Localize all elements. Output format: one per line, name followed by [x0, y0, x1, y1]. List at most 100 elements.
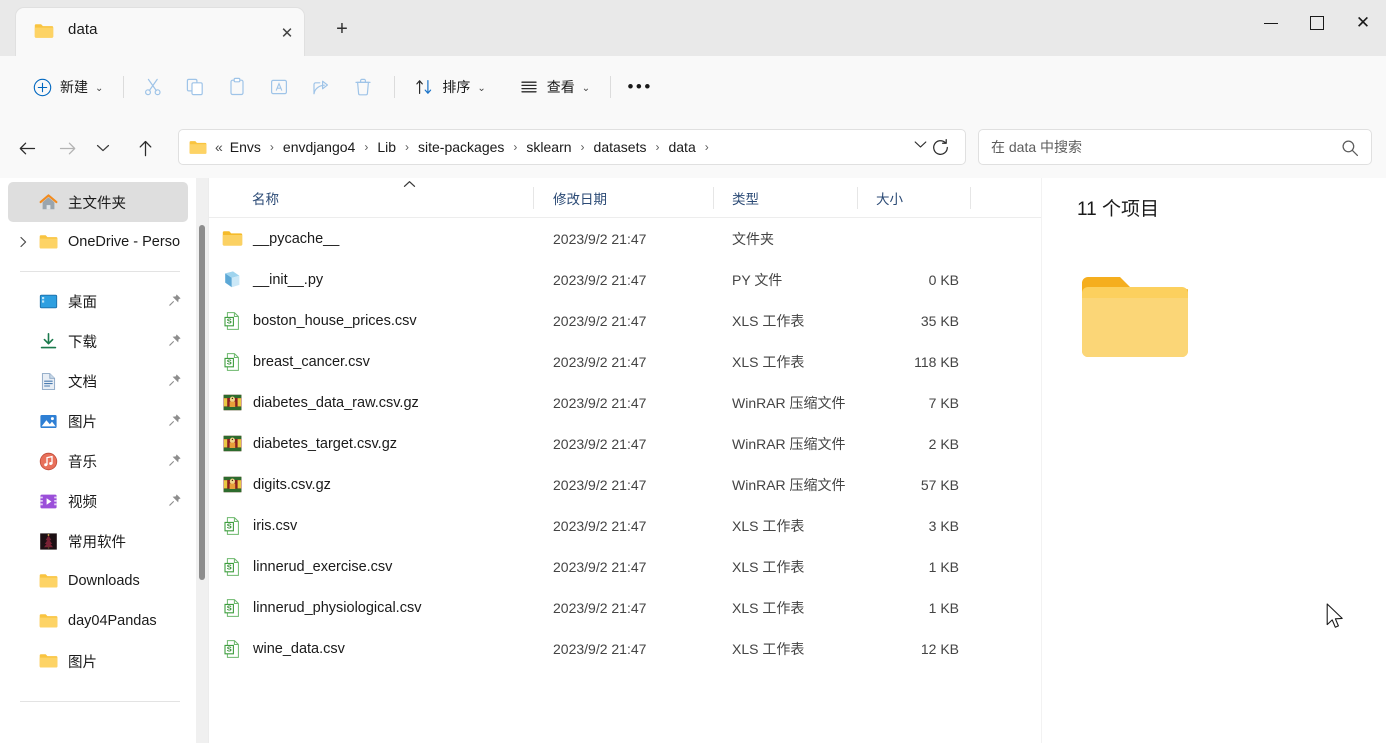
- breadcrumb-overflow-icon[interactable]: «: [215, 139, 223, 155]
- up-one-level-button[interactable]: [128, 131, 162, 165]
- breadcrumb-sep-5[interactable]: ›: [649, 140, 665, 154]
- more-options-button[interactable]: •••: [620, 69, 660, 105]
- pin-icon-music[interactable]: [168, 453, 184, 469]
- file-size: 1 KB: [928, 599, 959, 616]
- file-name-cell: __pycache__: [209, 228, 534, 250]
- file-size: 12 KB: [920, 640, 959, 657]
- sidebar-item-music[interactable]: › 音乐: [8, 441, 188, 481]
- sidebar-item-onedrive[interactable]: OneDrive - Perso: [8, 222, 188, 262]
- breadcrumb-sep-1[interactable]: ›: [358, 140, 374, 154]
- sidebar-item-label-downloads-en: Downloads: [68, 573, 140, 589]
- new-tab-button[interactable]: +: [326, 15, 358, 43]
- pin-icon-pictures[interactable]: [168, 413, 184, 429]
- address-bar[interactable]: « Envs › envdjango4 › Lib › site-package…: [178, 129, 966, 165]
- breadcrumb-sep-3[interactable]: ›: [507, 140, 523, 154]
- sort-button[interactable]: 排序 ⌄: [404, 69, 494, 105]
- navigation-pane: › 主文件夹 OneDrive: [0, 178, 196, 743]
- sidebar-item-desktop[interactable]: › 桌面: [8, 281, 188, 321]
- sidebar-item-documents[interactable]: › 文档: [8, 361, 188, 401]
- tab-data[interactable]: data ✕: [16, 8, 304, 56]
- breadcrumb-item-3[interactable]: site-packages: [415, 136, 507, 158]
- pin-icon-documents[interactable]: [168, 373, 184, 389]
- table-row[interactable]: __init__.py 2023/9/2 21:47 PY 文件 0 KB: [209, 259, 1041, 300]
- sidebar-item-downloads-en[interactable]: › Downloads: [8, 561, 188, 601]
- file-type: WinRAR 压缩文件: [732, 394, 846, 411]
- refresh-button[interactable]: [926, 133, 954, 161]
- search-input[interactable]: 在 data 中搜索: [978, 129, 1372, 165]
- column-header-type[interactable]: 类型: [714, 178, 858, 218]
- sidebar-item-label-music: 音乐: [68, 454, 97, 471]
- table-row[interactable]: digits.csv.gz 2023/9/2 21:47 WinRAR 压缩文件…: [209, 464, 1041, 505]
- table-row[interactable]: diabetes_data_raw.csv.gz 2023/9/2 21:47 …: [209, 382, 1041, 423]
- sidebar-item-label-apps: 常用软件: [68, 534, 126, 551]
- breadcrumb-item-1[interactable]: envdjango4: [280, 136, 358, 158]
- plus-circle-icon: [31, 76, 53, 98]
- table-row[interactable]: __pycache__ 2023/9/2 21:47 文件夹: [209, 218, 1041, 259]
- sort-ascending-icon: [403, 180, 416, 191]
- rename-button[interactable]: [259, 69, 299, 105]
- table-row[interactable]: diabetes_target.csv.gz 2023/9/2 21:47 Wi…: [209, 423, 1041, 464]
- expand-placeholder-documents: ›: [14, 376, 32, 387]
- column-header-date[interactable]: 修改日期: [534, 178, 714, 218]
- command-bar: 新建 ⌄ 排序 ⌄ 查看 ⌄ •••: [0, 56, 1386, 118]
- minimize-button[interactable]: [1248, 0, 1294, 46]
- paste-button[interactable]: [217, 69, 257, 105]
- copy-icon: [187, 78, 204, 96]
- chevron-down-icon: ⌄: [95, 82, 104, 94]
- sidebar-item-downloads-cn[interactable]: › 下载: [8, 321, 188, 361]
- view-button[interactable]: 查看 ⌄: [509, 69, 599, 105]
- column-header-name[interactable]: 名称: [209, 178, 534, 218]
- refresh-icon: [932, 138, 948, 155]
- sidebar-item-home[interactable]: › 主文件夹: [8, 182, 188, 222]
- breadcrumb-sep-2[interactable]: ›: [399, 140, 415, 154]
- table-row[interactable]: S linnerud_physiological.csv 2023/9/2 21…: [209, 587, 1041, 628]
- copy-button[interactable]: [175, 69, 215, 105]
- back-button[interactable]: [10, 131, 44, 165]
- column-header-size[interactable]: 大小: [858, 178, 971, 218]
- pin-icon-videos[interactable]: [168, 493, 184, 509]
- sidebar-item-videos[interactable]: › 视频: [8, 481, 188, 521]
- csv-file-icon: S: [221, 515, 243, 537]
- sidebar-item-pictures-folder[interactable]: › 图片: [8, 641, 188, 681]
- file-size: 57 KB: [920, 476, 959, 493]
- table-row[interactable]: S breast_cancer.csv 2023/9/2 21:47 XLS 工…: [209, 341, 1041, 382]
- breadcrumb-sep-6[interactable]: ›: [699, 140, 715, 154]
- breadcrumb-item-4[interactable]: sklearn: [523, 136, 574, 158]
- breadcrumb-item-5[interactable]: datasets: [591, 136, 650, 158]
- column-header-size-label: 大小: [876, 191, 903, 207]
- pin-icon-downloads[interactable]: [168, 333, 184, 349]
- sidebar-scrollbar-thumb[interactable]: [199, 225, 205, 580]
- sidebar-item-apps[interactable]: › 常用软件: [8, 521, 188, 561]
- expand-placeholder-dl-en: ›: [14, 576, 32, 587]
- table-row[interactable]: S wine_data.csv 2023/9/2 21:47 XLS 工作表 1…: [209, 628, 1041, 669]
- new-button[interactable]: 新建 ⌄: [22, 69, 112, 105]
- folder-icon-address: [189, 140, 207, 154]
- breadcrumb-item-0[interactable]: Envs: [227, 136, 264, 158]
- sidebar-item-pictures[interactable]: › 图片: [8, 401, 188, 441]
- maximize-button[interactable]: [1294, 0, 1340, 46]
- breadcrumb-sep-4[interactable]: ›: [575, 140, 591, 154]
- breadcrumb: « Envs › envdjango4 › Lib › site-package…: [215, 136, 715, 158]
- tab-title: data: [68, 21, 98, 38]
- cut-button[interactable]: [133, 69, 173, 105]
- chevron-right-icon[interactable]: [14, 236, 32, 248]
- file-name: __pycache__: [253, 230, 340, 247]
- delete-button[interactable]: [343, 69, 383, 105]
- breadcrumb-item-2[interactable]: Lib: [374, 136, 399, 158]
- svg-text:S: S: [227, 603, 232, 612]
- breadcrumb-sep-0[interactable]: ›: [264, 140, 280, 154]
- sidebar-scrollbar[interactable]: [196, 178, 208, 743]
- table-row[interactable]: S linnerud_exercise.csv 2023/9/2 21:47 X…: [209, 546, 1041, 587]
- sidebar-item-day04pandas[interactable]: › day04Pandas: [8, 601, 188, 641]
- recent-locations-button[interactable]: [86, 131, 120, 165]
- sidebar-item-label-pictures: 图片: [68, 414, 97, 431]
- share-button[interactable]: [301, 69, 341, 105]
- close-tab-icon[interactable]: ✕: [274, 20, 300, 46]
- table-row[interactable]: S boston_house_prices.csv 2023/9/2 21:47…: [209, 300, 1041, 341]
- breadcrumb-item-6[interactable]: data: [665, 136, 698, 158]
- column-divider-4[interactable]: [970, 186, 971, 209]
- pin-icon-desktop[interactable]: [168, 293, 184, 309]
- table-row[interactable]: S iris.csv 2023/9/2 21:47 XLS 工作表 3 KB: [209, 505, 1041, 546]
- forward-button[interactable]: [50, 131, 84, 165]
- close-window-button[interactable]: ✕: [1340, 0, 1386, 46]
